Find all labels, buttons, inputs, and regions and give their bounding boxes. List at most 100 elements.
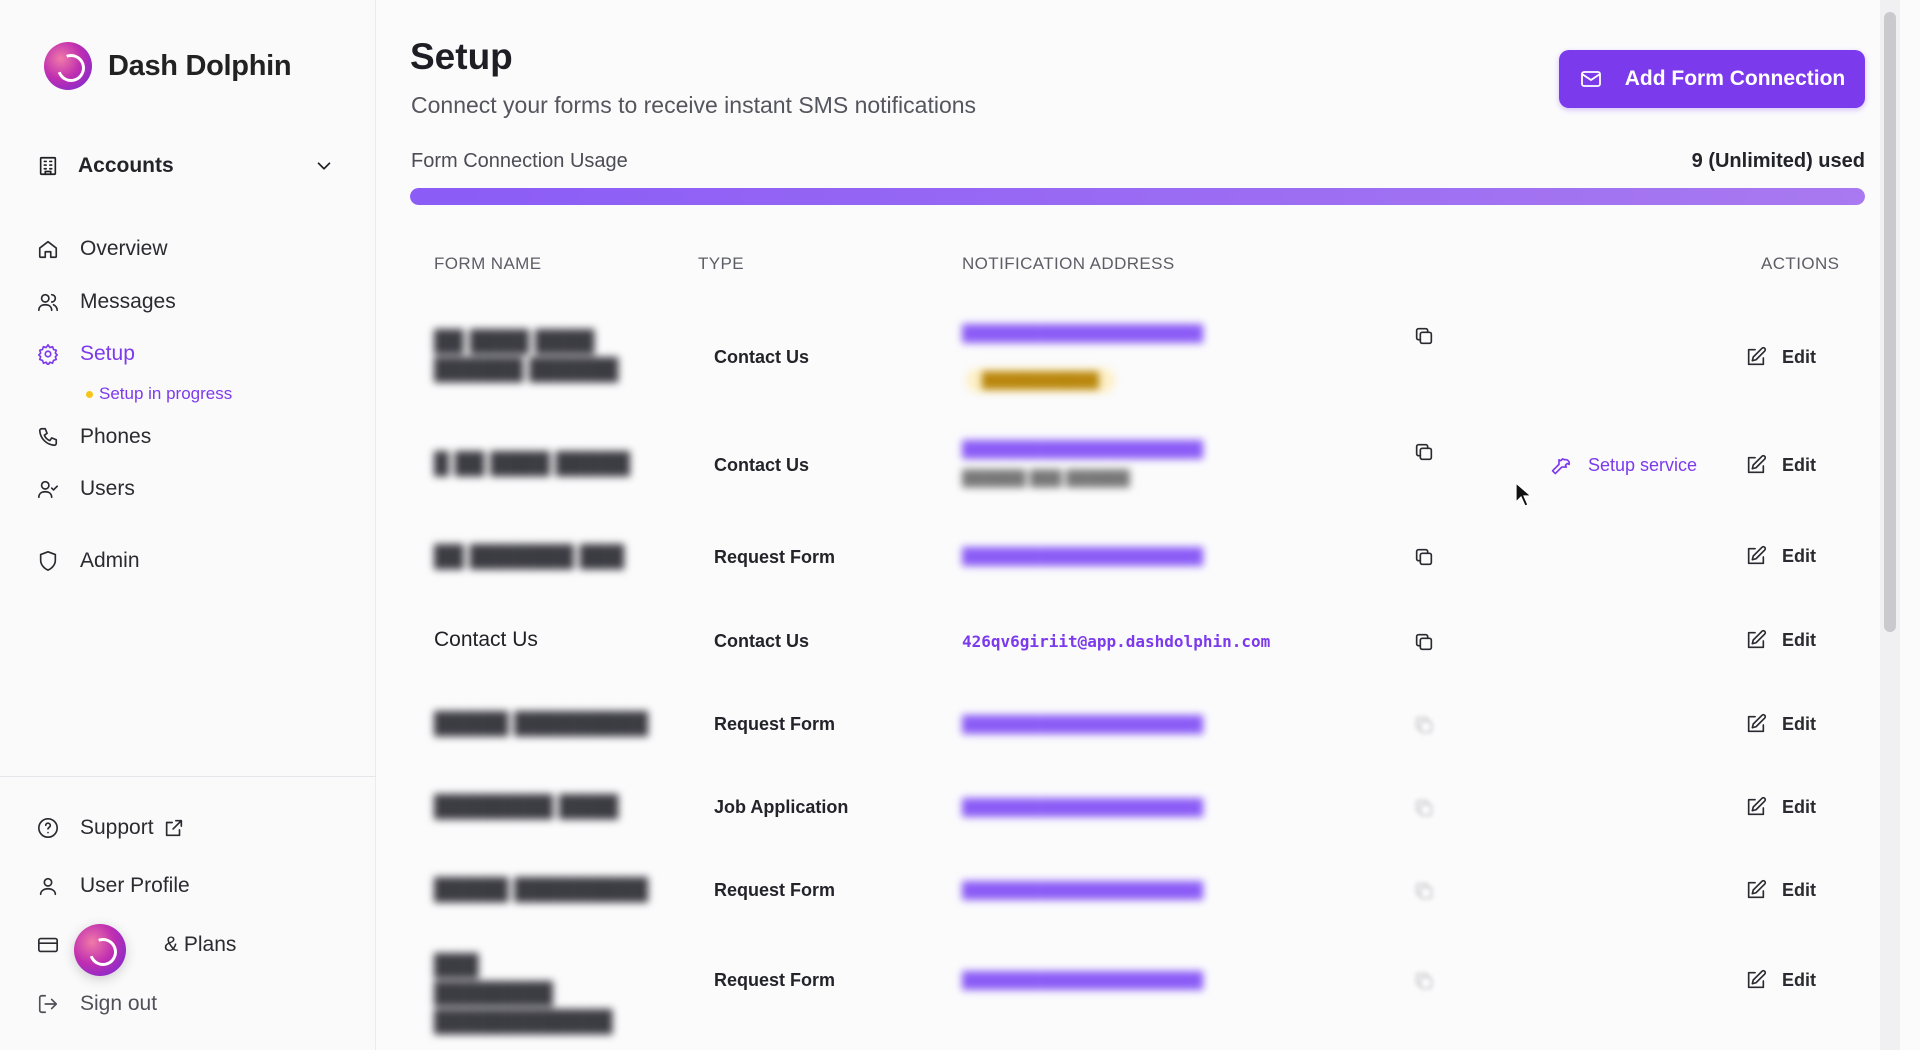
copy-icon[interactable] xyxy=(1412,324,1436,348)
table-row: █████ █████████ Request Form ███████████… xyxy=(410,694,1865,754)
table-row: ██ ███████ ███ Request Form ████████████… xyxy=(410,525,1865,585)
sidebar: Dash Dolphin Accounts Overview Messages … xyxy=(0,0,376,1050)
sidebar-item-label: Support xyxy=(80,816,154,839)
phone-icon xyxy=(36,425,60,449)
edit-button[interactable]: Edit xyxy=(1744,795,1816,819)
edit-button[interactable]: Edit xyxy=(1744,968,1816,992)
sidebar-item-label: Messages xyxy=(80,290,176,313)
floating-chat-avatar[interactable] xyxy=(74,924,126,976)
status-dot-icon xyxy=(86,390,93,398)
setup-status-text: Setup in progress xyxy=(99,384,233,403)
users-icon xyxy=(36,290,60,314)
notification-address-blurred: █████████████████████████ xyxy=(962,971,1203,990)
form-name-blurred: █ ██ ████ █████ xyxy=(434,452,631,475)
copy-icon[interactable] xyxy=(1412,969,1436,993)
form-name-blurred: ████████ ████ xyxy=(434,795,619,818)
table-row: ███ ████████ ████████████ Request Form █… xyxy=(410,940,1865,1033)
sidebar-item-setup[interactable]: Setup xyxy=(26,332,344,376)
copy-icon[interactable] xyxy=(1412,713,1436,737)
edit-icon xyxy=(1744,712,1768,736)
notification-address-blurred: █████████████████████████ xyxy=(962,324,1203,343)
sidebar-item-messages[interactable]: Messages xyxy=(26,280,344,324)
edit-icon xyxy=(1744,968,1768,992)
edit-button[interactable]: Edit xyxy=(1744,878,1816,902)
notification-address-blurred: █████████████████████████ xyxy=(962,715,1203,734)
column-header-form-name: FORM NAME xyxy=(434,254,542,273)
form-type: Contact Us xyxy=(714,631,810,651)
edit-label: Edit xyxy=(1782,629,1816,650)
add-form-connection-label: Add Form Connection xyxy=(1624,67,1846,90)
copy-icon[interactable] xyxy=(1412,879,1436,903)
help-circle-icon xyxy=(36,816,60,840)
form-type: Contact Us xyxy=(714,347,810,367)
column-header-notification-address: NOTIFICATION ADDRESS xyxy=(962,254,1175,273)
copy-icon[interactable] xyxy=(1412,545,1436,569)
edit-label: Edit xyxy=(1782,796,1816,817)
form-type: Request Form xyxy=(714,547,836,567)
form-name-blurred: ██ ███████ ███ xyxy=(434,545,625,568)
sidebar-item-label: Setup xyxy=(80,342,135,365)
sidebar-item-label: Admin xyxy=(80,549,140,572)
sidebar-item-label: Sign out xyxy=(80,992,158,1015)
brand[interactable]: Dash Dolphin xyxy=(26,22,354,110)
setup-service-button[interactable]: Setup service xyxy=(1550,453,1697,477)
notification-address[interactable]: 426qv6giriit@app.dashdolphin.com xyxy=(962,632,1270,651)
add-form-connection-button[interactable]: Add Form Connection xyxy=(1559,50,1865,108)
sidebar-item-sign-out[interactable]: Sign out xyxy=(26,982,344,1026)
edit-icon xyxy=(1744,544,1768,568)
page-subtitle: Connect your forms to receive instant SM… xyxy=(411,92,977,118)
wrench-icon xyxy=(1550,453,1574,477)
shield-icon xyxy=(36,549,60,573)
brand-name: Dash Dolphin xyxy=(108,49,292,82)
accounts-dropdown[interactable]: Accounts xyxy=(26,140,344,192)
edit-icon xyxy=(1744,345,1768,369)
page-title: Setup xyxy=(410,36,513,77)
sidebar-item-admin[interactable]: Admin xyxy=(26,539,344,583)
edit-button[interactable]: Edit xyxy=(1744,712,1816,736)
column-header-actions: ACTIONS xyxy=(1761,254,1840,273)
scrollbar[interactable] xyxy=(1880,0,1900,1050)
external-link-icon xyxy=(162,816,186,840)
edit-icon xyxy=(1744,628,1768,652)
form-name-blurred: █████ █████████ xyxy=(434,878,649,901)
table-row: █ ██ ████ █████ Contact Us █████████████… xyxy=(410,420,1865,510)
form-type: Job Application xyxy=(714,797,849,817)
table-row: ██ ████ ████ ██████ ██████ Contact Us ██… xyxy=(410,300,1865,410)
copy-icon[interactable] xyxy=(1412,630,1436,654)
sidebar-item-overview[interactable]: Overview xyxy=(26,227,344,271)
form-name-blurred: ██ ████ ████ ██████ ██████ xyxy=(434,330,619,381)
column-header-type: TYPE xyxy=(698,254,745,273)
edit-button[interactable]: Edit xyxy=(1744,628,1816,652)
sidebar-item-users[interactable]: Users xyxy=(26,467,344,511)
status-badge-blurred: ███████████ xyxy=(966,368,1115,393)
sidebar-divider xyxy=(0,776,376,777)
sidebar-item-label: Overview xyxy=(80,237,168,260)
sidebar-item-label: User Profile xyxy=(80,874,190,897)
form-name-blurred: █████ █████████ xyxy=(434,712,649,735)
building-icon xyxy=(36,154,60,178)
copy-icon[interactable] xyxy=(1412,796,1436,820)
status-text-blurred: ██████ ███ ██████ xyxy=(962,470,1130,487)
notification-address-blurred: █████████████████████████ xyxy=(962,798,1203,817)
edit-label: Edit xyxy=(1782,969,1816,990)
copy-icon[interactable] xyxy=(1412,440,1436,464)
sidebar-item-label: & Plans xyxy=(164,933,237,956)
chevron-down-icon xyxy=(312,154,336,178)
edit-button[interactable]: Edit xyxy=(1744,544,1816,568)
edit-button[interactable]: Edit xyxy=(1744,345,1816,369)
form-name: Contact Us xyxy=(434,628,538,651)
notification-address-blurred: █████████████████████████ xyxy=(962,547,1203,566)
credit-card-icon xyxy=(36,933,60,957)
sidebar-item-user-profile[interactable]: User Profile xyxy=(26,864,344,908)
form-type: Request Form xyxy=(714,880,836,900)
sidebar-item-support[interactable]: Support xyxy=(26,806,344,850)
form-type: Contact Us xyxy=(714,455,810,475)
sidebar-item-phones[interactable]: Phones xyxy=(26,415,344,459)
sidebar-item-label: Users xyxy=(80,477,135,500)
edit-button[interactable]: Edit xyxy=(1744,453,1816,477)
mouse-cursor-icon xyxy=(1515,482,1533,507)
user-check-icon xyxy=(36,477,60,501)
usage-label: Form Connection Usage xyxy=(411,150,628,172)
scrollbar-thumb[interactable] xyxy=(1884,12,1896,632)
setup-status: Setup in progress xyxy=(86,384,232,404)
